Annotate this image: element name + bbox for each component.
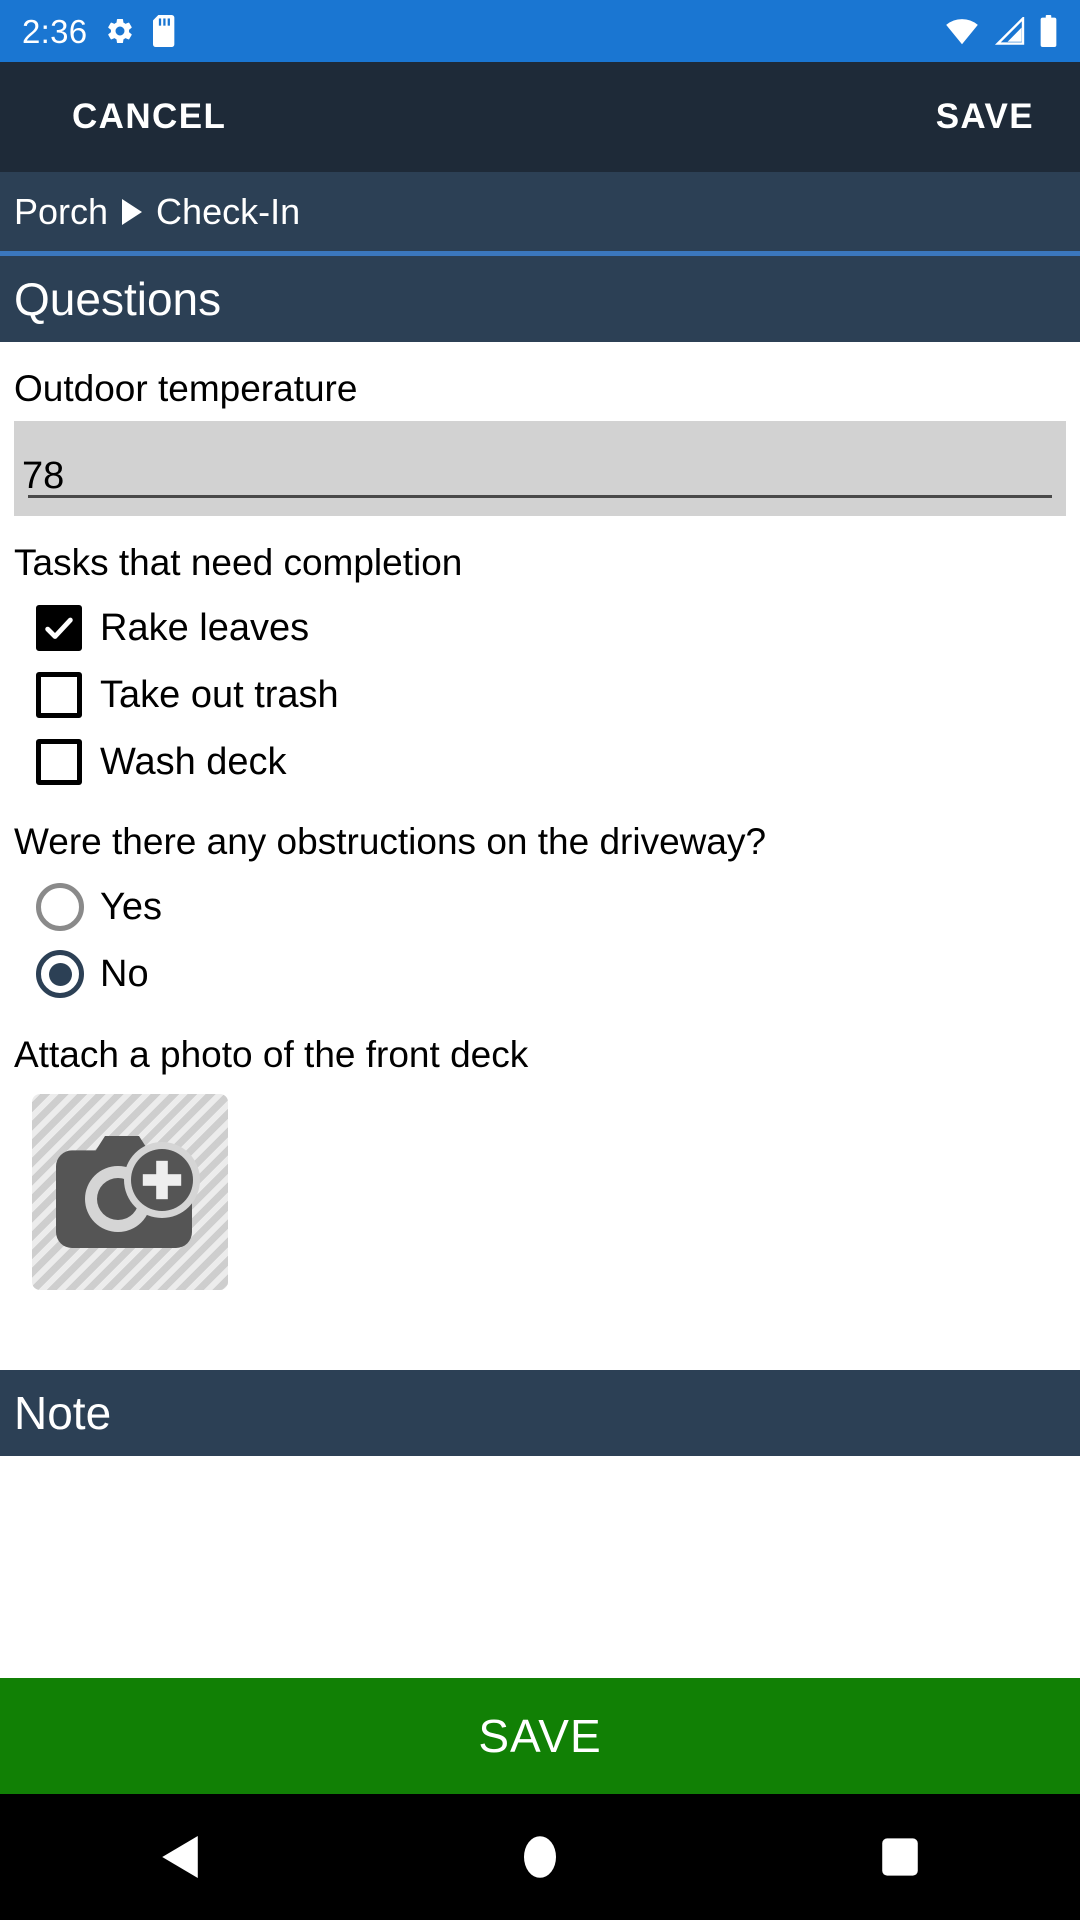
question-label-attach-photo: Attach a photo of the front deck (14, 1033, 529, 1075)
triangle-right-icon (122, 198, 143, 225)
photo-picker-wrapper (14, 1086, 1066, 1314)
save-button-topbar[interactable]: SAVE (936, 97, 1034, 137)
checkbox-checked-icon[interactable] (36, 604, 82, 651)
checkbox-row-wash-deck[interactable]: Wash deck (36, 728, 1066, 795)
note-body[interactable] (0, 1456, 1080, 1678)
question-label-outdoor-temperature: Outdoor temperature (14, 368, 358, 409)
cellular-signal-icon (993, 17, 1025, 45)
checkbox-label: Rake leaves (100, 606, 310, 649)
questions-form: Outdoor temperature 78 Tasks that need c… (0, 342, 1080, 1315)
status-bar-left: 2:36 (22, 15, 177, 48)
question-label-obstructions: Were there any obstructions on the drive… (14, 821, 767, 863)
radio-selected-icon[interactable] (36, 950, 84, 999)
checkbox-group-tasks: Rake leaves Take out trash Wash deck (14, 594, 1066, 795)
add-photo-button[interactable] (32, 1094, 228, 1291)
section-header-note: Note (0, 1370, 1080, 1457)
question-label-tasks: Tasks that need completion (14, 541, 463, 583)
radio-row-yes[interactable]: Yes (36, 874, 1066, 941)
status-time: 2:36 (22, 12, 88, 50)
radio-group-obstructions: Yes No (14, 874, 1066, 1008)
nav-home-button[interactable] (465, 1794, 615, 1920)
cancel-button[interactable]: CANCEL (46, 97, 226, 137)
app-bar: CANCEL SAVE (0, 62, 1080, 172)
breadcrumb: Porch Check-In (0, 172, 1080, 256)
breadcrumb-parent[interactable]: Porch (14, 191, 108, 233)
wifi-icon (945, 17, 979, 45)
breadcrumb-current[interactable]: Check-In (156, 191, 300, 233)
app-screen: 2:36 CANCEL SAVE Porch Check-In Question… (0, 0, 1080, 1920)
back-triangle-icon (162, 1836, 198, 1878)
input-underline (28, 494, 1052, 498)
home-circle-icon (524, 1836, 556, 1878)
battery-icon (1039, 15, 1058, 47)
radio-unselected-icon[interactable] (36, 883, 84, 932)
status-bar: 2:36 (0, 0, 1080, 62)
checkbox-label: Wash deck (100, 740, 287, 783)
spacer-before-note (0, 1314, 1080, 1371)
checkbox-row-rake-leaves[interactable]: Rake leaves (36, 594, 1066, 661)
sd-card-icon (153, 15, 177, 47)
nav-back-button[interactable] (105, 1794, 255, 1920)
checkbox-row-take-out-trash[interactable]: Take out trash (36, 661, 1066, 728)
section-title-questions: Questions (14, 273, 222, 325)
radio-label: Yes (100, 886, 162, 929)
radio-label: No (100, 953, 149, 996)
save-button-footer[interactable]: SAVE (0, 1678, 1080, 1794)
radio-dot (48, 962, 72, 986)
recents-square-icon (882, 1836, 918, 1878)
outdoor-temperature-input[interactable]: 78 (14, 420, 1066, 516)
save-button-label: SAVE (478, 1710, 602, 1762)
outdoor-temperature-value: 78 (22, 454, 65, 497)
radio-row-no[interactable]: No (36, 941, 1066, 1008)
add-photo-camera-icon (56, 1128, 204, 1256)
nav-recents-button[interactable] (825, 1794, 975, 1920)
checkbox-unchecked-icon[interactable] (36, 671, 82, 718)
checkbox-label: Take out trash (100, 673, 339, 716)
section-header-questions: Questions (0, 256, 1080, 342)
android-nav-bar (0, 1794, 1080, 1920)
section-title-note: Note (14, 1387, 112, 1440)
checkbox-unchecked-icon[interactable] (36, 738, 82, 785)
status-bar-right (945, 15, 1058, 47)
gear-icon (105, 16, 135, 46)
